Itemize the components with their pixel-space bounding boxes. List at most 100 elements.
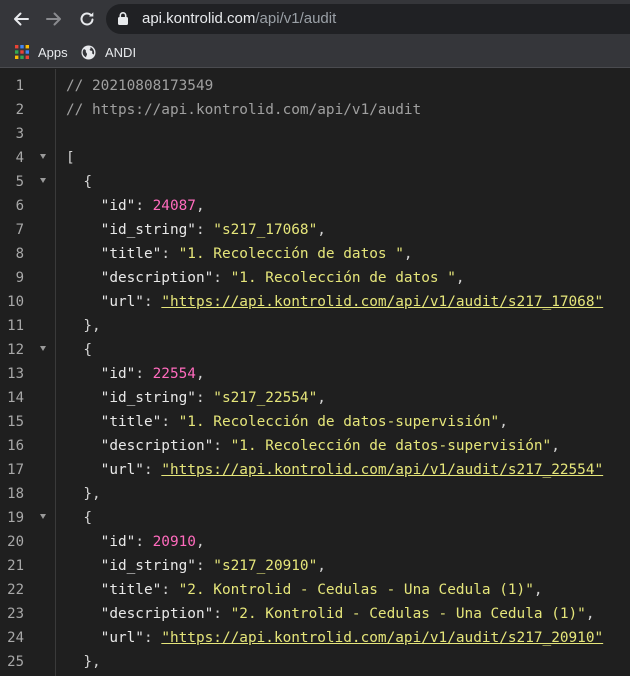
reload-button[interactable]	[73, 5, 101, 33]
line-number: 20	[7, 534, 24, 550]
line-number: 14	[7, 390, 24, 406]
json-key: "id_string"	[100, 390, 196, 406]
line-number: 3	[15, 126, 24, 142]
line-number: 10	[7, 294, 24, 310]
code-line: 8 "title": "1. Recolección de datos ",	[0, 242, 630, 266]
json-key: "title"	[100, 246, 162, 262]
code-line: 11 },	[0, 314, 630, 338]
line-number: 17	[7, 462, 24, 478]
json-key: "id_string"	[100, 222, 196, 238]
json-string: "1. Recolección de datos-supervisión"	[230, 438, 552, 454]
fold-toggle-icon[interactable]	[40, 178, 46, 183]
json-number: 22554	[152, 366, 196, 382]
object-close: },	[83, 654, 101, 670]
fold-toggle-icon[interactable]	[40, 154, 46, 159]
line-number: 24	[7, 630, 24, 646]
line-number: 13	[7, 366, 24, 382]
code-line: 25 },	[0, 650, 630, 674]
code-line: 2 // https://api.kontrolid.com/api/v1/au…	[0, 98, 630, 122]
code-line: 20 "id": 20910,	[0, 530, 630, 554]
line-number: 8	[15, 246, 24, 262]
reload-icon	[80, 12, 94, 26]
code-line: 21 "id_string": "s217_20910",	[0, 554, 630, 578]
json-string: "s217_20910"	[213, 558, 318, 574]
json-key: "description"	[100, 606, 214, 622]
lock-icon	[118, 12, 128, 25]
url-comment: // https://api.kontrolid.com/api/v1/audi…	[66, 102, 422, 118]
bookmark-label: ANDI	[105, 44, 137, 60]
array-open: [	[66, 150, 75, 166]
arrow-right-icon	[46, 12, 61, 26]
apps-grid-icon	[15, 45, 29, 59]
object-close: },	[83, 486, 101, 502]
object-open: {	[83, 510, 92, 526]
line-number: 21	[7, 558, 24, 574]
json-number: 20910	[152, 534, 196, 550]
bookmarks-bar: Apps ANDI	[0, 37, 630, 68]
json-viewer: 1 // 20210808173549 2 // https://api.kon…	[0, 69, 630, 676]
line-number: 19	[7, 510, 24, 526]
json-string: "s217_17068"	[213, 222, 318, 238]
json-key: "id"	[100, 534, 136, 550]
line-number: 15	[7, 414, 24, 430]
object-open: {	[83, 342, 92, 358]
timestamp-comment: // 20210808173549	[66, 78, 214, 94]
object-open: {	[83, 174, 92, 190]
code-line: 23 "description": "2. Kontrolid - Cedula…	[0, 602, 630, 626]
line-number: 12	[7, 342, 24, 358]
json-string: "1. Recolección de datos-supervisión"	[178, 414, 500, 430]
line-number: 4	[15, 150, 24, 166]
line-number: 9	[15, 270, 24, 286]
json-key: "url"	[100, 294, 144, 310]
json-key: "title"	[100, 414, 162, 430]
code-line: 13 "id": 22554,	[0, 362, 630, 386]
address-bar[interactable]: api.kontrolid.com/api/v1/audit	[106, 4, 630, 34]
json-string: "2. Kontrolid - Cedulas - Una Cedula (1)…	[178, 582, 534, 598]
json-key: "title"	[100, 582, 162, 598]
line-number: 18	[7, 486, 24, 502]
code-line: 4 [	[0, 146, 630, 170]
json-url-link[interactable]: "https://api.kontrolid.com/api/v1/audit/…	[161, 462, 603, 478]
json-key: "url"	[100, 462, 144, 478]
code-line: 3	[0, 122, 630, 146]
globe-icon	[81, 44, 96, 60]
json-url-link[interactable]: "https://api.kontrolid.com/api/v1/audit/…	[161, 294, 603, 310]
line-number: 1	[15, 78, 24, 94]
json-string: "1. Recolección de datos "	[230, 270, 456, 286]
browser-toolbar: api.kontrolid.com/api/v1/audit	[0, 0, 630, 37]
back-button[interactable]	[7, 5, 35, 33]
forward-button[interactable]	[40, 5, 68, 33]
url-host: api.kontrolid.com	[142, 10, 256, 27]
code-line: 6 "id": 24087,	[0, 194, 630, 218]
fold-toggle-icon[interactable]	[40, 514, 46, 519]
code-line: 17 "url": "https://api.kontrolid.com/api…	[0, 458, 630, 482]
json-key: "id_string"	[100, 558, 196, 574]
line-number: 5	[15, 174, 24, 190]
line-number: 22	[7, 582, 24, 598]
json-string: "1. Recolección de datos "	[178, 246, 404, 262]
code-line: 7 "id_string": "s217_17068",	[0, 218, 630, 242]
bookmark-andi[interactable]: ANDI	[81, 42, 136, 62]
object-close: },	[83, 318, 101, 334]
bookmark-apps[interactable]: Apps	[15, 42, 68, 62]
line-number: 2	[15, 102, 24, 118]
code-line: 1 // 20210808173549	[0, 74, 630, 98]
json-key: "description"	[100, 270, 214, 286]
fold-toggle-icon[interactable]	[40, 346, 46, 351]
bookmark-label: Apps	[38, 44, 68, 60]
json-url-link[interactable]: "https://api.kontrolid.com/api/v1/audit/…	[161, 630, 603, 646]
code-line: 19 {	[0, 506, 630, 530]
json-string: "2. Kontrolid - Cedulas - Una Cedula (1)…	[230, 606, 586, 622]
code-line: 22 "title": "2. Kontrolid - Cedulas - Un…	[0, 578, 630, 602]
code-line: 16 "description": "1. Recolección de dat…	[0, 434, 630, 458]
url-text: api.kontrolid.com/api/v1/audit	[142, 10, 336, 28]
json-string: "s217_22554"	[213, 390, 318, 406]
code-line: 24 "url": "https://api.kontrolid.com/api…	[0, 626, 630, 650]
arrow-left-icon	[14, 12, 29, 26]
line-number: 16	[7, 438, 24, 454]
line-number: 6	[15, 198, 24, 214]
json-key: "id"	[100, 198, 136, 214]
code-line: 18 },	[0, 482, 630, 506]
url-path: /api/v1/audit	[255, 10, 337, 27]
json-key: "url"	[100, 630, 144, 646]
